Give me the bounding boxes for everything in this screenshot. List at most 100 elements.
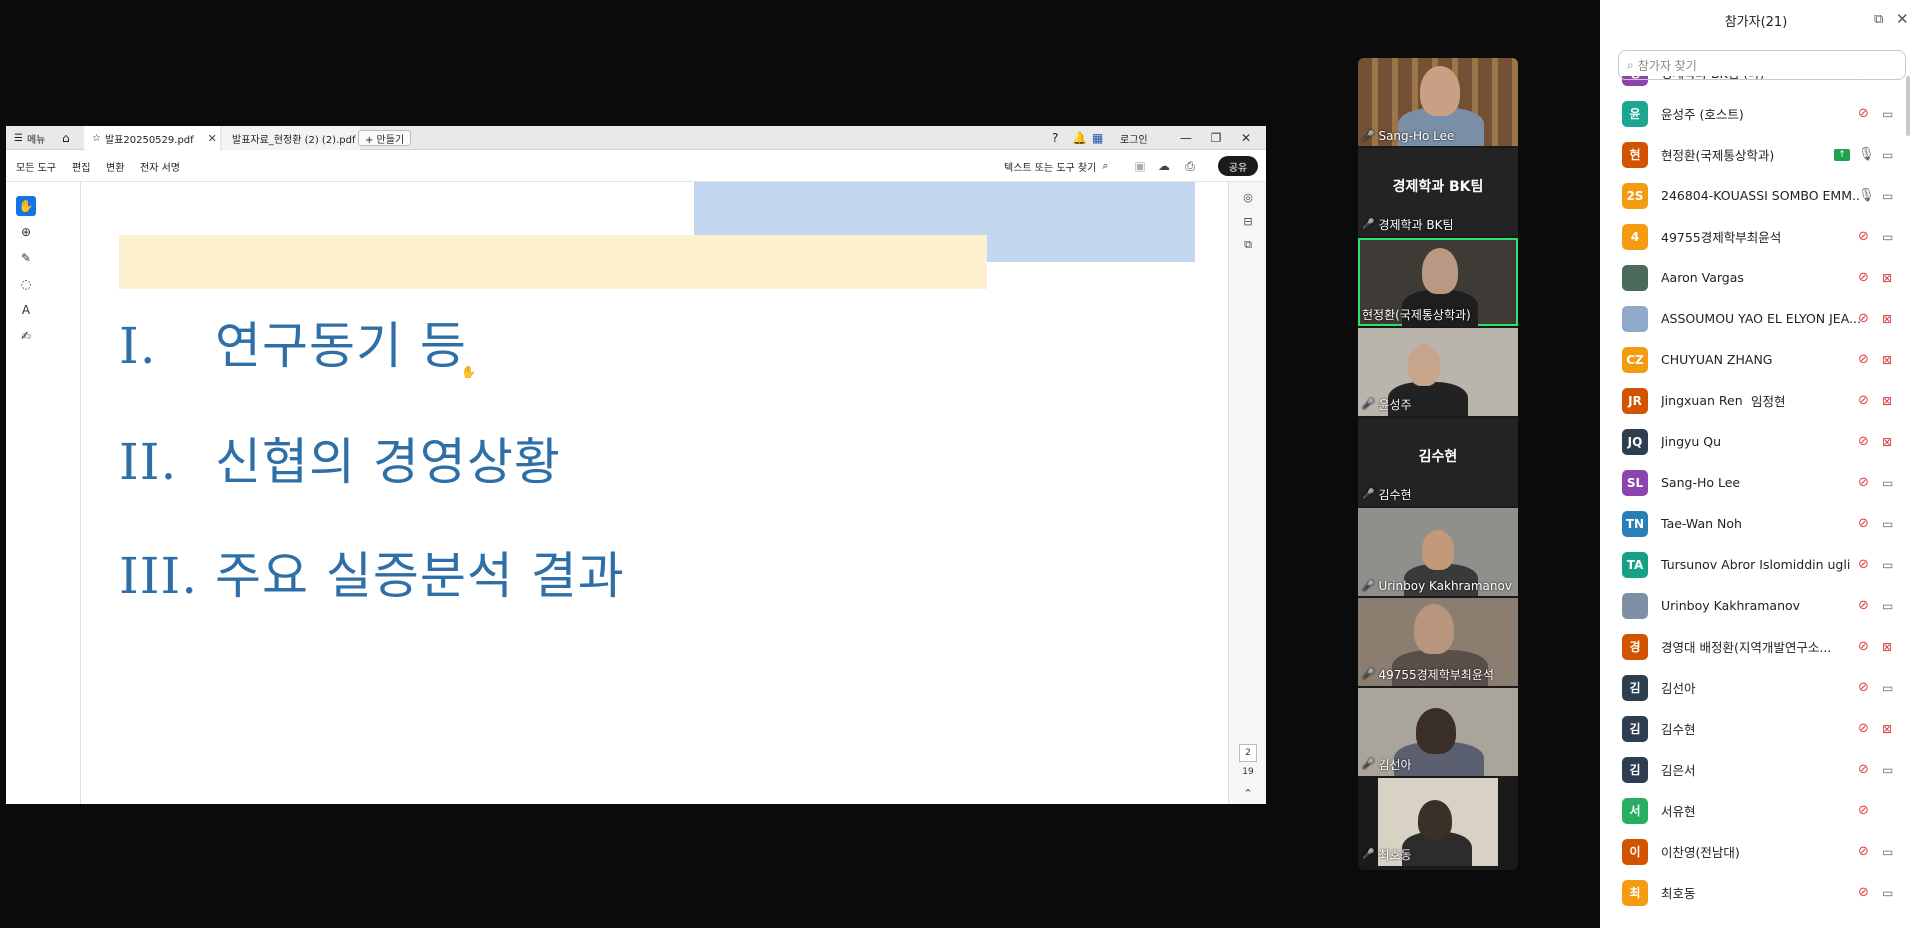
bell-icon[interactable]: 🔔 — [1072, 126, 1087, 150]
camera-icon[interactable]: ▭ — [1882, 558, 1893, 572]
menu-e-sign[interactable]: 전자 서명 — [140, 150, 180, 182]
participant-row[interactable]: Urinboy Kakhramanov ⊘ ▭ — [1600, 585, 1912, 626]
pen-tool-icon[interactable]: ✎ — [16, 248, 36, 268]
pages-icon[interactable]: ⧉ — [1241, 238, 1255, 252]
video-tile[interactable]: 🎤 49755경제학부최윤석 — [1358, 598, 1518, 686]
search-tools-field[interactable]: 텍스트 또는 도구 찾기 ⌕ — [1004, 150, 1109, 182]
participant-row[interactable]: 서 서유현 ⊘ — [1600, 790, 1912, 831]
muted-mic-icon[interactable]: ⊘ — [1858, 885, 1869, 900]
muted-mic-icon[interactable]: ⊘ — [1858, 311, 1869, 326]
participant-list-scrollbar[interactable] — [1906, 76, 1910, 136]
menu-convert[interactable]: 변환 — [106, 150, 124, 182]
participant-row[interactable]: JQ Jingyu Qu ⊘ ⊠ — [1600, 421, 1912, 462]
camera-icon[interactable]: ▭ — [1882, 886, 1893, 900]
video-tile[interactable]: 🎤 윤성주 — [1358, 328, 1518, 416]
bookmark-icon[interactable]: ⊟ — [1241, 214, 1255, 228]
participant-row[interactable]: ASSOUMOU YAO EL ELYON JEA... ⊘ ⊠ — [1600, 298, 1912, 339]
participant-row[interactable]: 현 현정환(국제통상학과) ↑ 🎙 ▭ — [1600, 134, 1912, 175]
camera-off-icon[interactable]: ⊠ — [1882, 312, 1892, 326]
menu-button[interactable]: ☰ 메뉴 — [14, 126, 45, 150]
muted-mic-icon[interactable]: ⊘ — [1858, 762, 1869, 777]
camera-icon[interactable]: ▭ — [1882, 845, 1893, 859]
apps-grid-icon[interactable]: ▦ — [1092, 126, 1103, 150]
tab-pdf-2[interactable]: 발표자료_현정환 (2) (2).pdf — [222, 126, 360, 150]
camera-icon[interactable]: ▭ — [1882, 517, 1893, 531]
video-tile-active-speaker[interactable]: 현정환(국제통상학과) — [1358, 238, 1518, 326]
save-icon[interactable]: ▣ — [1132, 158, 1148, 174]
video-tile[interactable]: 🎤 최호동 — [1358, 778, 1518, 866]
participant-row[interactable]: 4 49755경제학부최윤석 ⊘ ▭ — [1600, 216, 1912, 257]
mic-icon[interactable]: 🎙 — [1858, 188, 1875, 203]
muted-mic-icon[interactable]: ⊘ — [1858, 270, 1869, 285]
zoom-tool-icon[interactable]: ⊕ — [16, 222, 36, 242]
muted-mic-icon[interactable]: ⊘ — [1858, 229, 1869, 244]
camera-icon[interactable]: ▭ — [1882, 681, 1893, 695]
share-button[interactable]: 공유 — [1218, 156, 1258, 176]
video-tile[interactable]: 🎤 Urinboy Kakhramanov — [1358, 508, 1518, 596]
muted-mic-icon[interactable]: ⊘ — [1858, 352, 1869, 367]
camera-icon[interactable]: ▭ — [1882, 230, 1893, 244]
camera-off-icon[interactable]: ⊠ — [1882, 353, 1892, 367]
camera-icon[interactable]: ▭ — [1882, 189, 1893, 203]
lasso-tool-icon[interactable]: ◌ — [16, 274, 36, 294]
muted-mic-icon[interactable]: ⊘ — [1858, 475, 1869, 490]
close-icon[interactable]: ✕ — [1896, 10, 1909, 28]
video-tile[interactable]: 경제학과 BK팀 🎤 경제학과 BK팀 — [1358, 148, 1518, 236]
participant-row[interactable]: TN Tae-Wan Noh ⊘ ▭ — [1600, 503, 1912, 544]
cloud-upload-icon[interactable]: ☁ — [1156, 158, 1172, 174]
minimize-icon[interactable]: — — [1174, 126, 1198, 150]
participant-row[interactable]: 김 김선아 ⊘ ▭ — [1600, 667, 1912, 708]
camera-icon[interactable]: ▭ — [1882, 148, 1893, 162]
muted-mic-icon[interactable]: ⊘ — [1858, 598, 1869, 613]
camera-icon[interactable]: ▭ — [1882, 599, 1893, 613]
muted-mic-icon[interactable]: ⊘ — [1858, 106, 1869, 121]
text-box-tool-icon[interactable]: A — [16, 300, 36, 320]
camera-off-icon[interactable]: ⊠ — [1882, 271, 1892, 285]
muted-mic-icon[interactable]: ⊘ — [1858, 557, 1869, 572]
login-button[interactable]: 로그인 — [1120, 126, 1148, 150]
participant-row[interactable]: TA Tursunov Abror Islomiddin ugli ⊘ ▭ — [1600, 544, 1912, 585]
home-icon[interactable]: ⌂ — [62, 126, 70, 150]
participant-row[interactable]: 최 최호동 ⊘ ▭ — [1600, 872, 1912, 913]
print-icon[interactable]: ⎙ — [1182, 158, 1198, 174]
muted-mic-icon[interactable]: ⊘ — [1858, 721, 1869, 736]
window-close-icon[interactable]: ✕ — [1234, 126, 1258, 150]
participant-row[interactable]: 김 김은서 ⊘ ▭ — [1600, 749, 1912, 790]
participant-row[interactable]: 경 경영대 배정환(지역개발연구소... ⊘ ⊠ — [1600, 626, 1912, 667]
page-number-input[interactable]: 2 — [1239, 744, 1257, 762]
camera-off-icon[interactable]: ⊠ — [1882, 435, 1892, 449]
muted-mic-icon[interactable]: ⊘ — [1858, 516, 1869, 531]
menu-edit[interactable]: 편집 — [72, 150, 90, 182]
tab-pdf-1[interactable]: ☆ 발표20250529.pdf ✕ — [84, 126, 220, 150]
camera-icon[interactable]: ▭ — [1882, 107, 1893, 121]
video-tile[interactable]: 🎤 김선아 — [1358, 688, 1518, 776]
muted-mic-icon[interactable]: ⊘ — [1858, 393, 1869, 408]
muted-mic-icon[interactable]: ⊘ — [1858, 680, 1869, 695]
participant-row[interactable]: 이 이찬영(전남대) ⊘ ▭ — [1600, 831, 1912, 872]
hand-tool-icon[interactable]: ✋ — [16, 196, 36, 216]
participant-row[interactable]: JR Jingxuan Ren 임정현 ⊘ ⊠ — [1600, 380, 1912, 421]
new-tab-button[interactable]: + 만들기 — [358, 130, 412, 146]
popout-icon[interactable]: ⧉ — [1874, 12, 1883, 27]
participant-row[interactable]: SL Sang-Ho Lee ⊘ ▭ — [1600, 462, 1912, 503]
camera-off-icon[interactable]: ⊠ — [1882, 394, 1892, 408]
muted-mic-icon[interactable]: ⊘ — [1858, 434, 1869, 449]
maximize-icon[interactable]: ❐ — [1204, 126, 1228, 150]
participant-row[interactable]: 김 김수현 ⊘ ⊠ — [1600, 708, 1912, 749]
participant-row[interactable]: 2S 246804-KOUASSI SOMBO EMM... 🎙 ▭ — [1600, 175, 1912, 216]
prev-page-icon[interactable]: ⌃ — [1241, 786, 1255, 800]
video-tile[interactable]: 김수현 🎤 김수현 — [1358, 418, 1518, 506]
camera-icon[interactable]: ▭ — [1882, 763, 1893, 777]
mic-icon[interactable]: 🎙 — [1858, 147, 1875, 162]
participant-row[interactable]: CZ CHUYUAN ZHANG ⊘ ⊠ — [1600, 339, 1912, 380]
signature-tool-icon[interactable]: ✍ — [16, 326, 36, 346]
camera-icon[interactable]: ▭ — [1882, 476, 1893, 490]
muted-mic-icon[interactable]: ⊘ — [1858, 844, 1869, 859]
participant-search-input[interactable]: ⌕ 참가자 찾기 — [1618, 50, 1906, 80]
menu-all-tools[interactable]: 모든 도구 — [16, 150, 56, 182]
ai-assistant-icon[interactable]: ◎ — [1241, 190, 1255, 204]
muted-mic-icon[interactable]: ⊘ — [1858, 803, 1869, 818]
close-tab-icon[interactable]: ✕ — [208, 132, 217, 145]
video-tile[interactable]: 🎤 Sang-Ho Lee — [1358, 58, 1518, 146]
camera-off-icon[interactable]: ⊠ — [1882, 722, 1892, 736]
